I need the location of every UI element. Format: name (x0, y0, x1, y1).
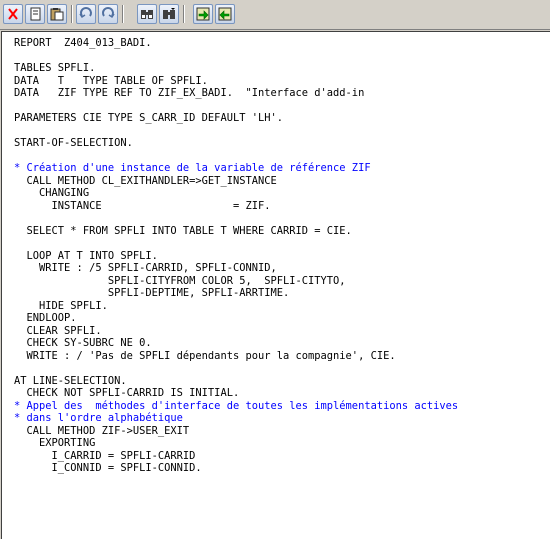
download-button[interactable] (193, 4, 213, 24)
undo-icon (79, 7, 92, 19)
editor-toolbar (0, 0, 550, 30)
find-next-button[interactable] (159, 4, 179, 24)
find-button[interactable] (137, 4, 157, 24)
code-line: SPFLI-CITYFROM COLOR 5, SPFLI-CITYTO, (14, 274, 346, 287)
code-line: DATA ZIF TYPE REF TO ZIF_EX_BADI. "Inter… (14, 87, 365, 99)
code-line: ENDLOOP. (14, 312, 77, 324)
download-icon (196, 7, 210, 21)
paste-icon (50, 8, 64, 21)
abap-code-editor[interactable]: REPORT Z404_013_BADI. TABLES SPFLI. DATA T… (1, 31, 550, 539)
copy-button[interactable] (25, 4, 45, 24)
code-line: SPFLI-DEPTIME, SPFLI-ARRTIME. (14, 287, 290, 299)
paste-button[interactable] (47, 4, 67, 24)
code-line: CALL METHOD ZIF->USER_EXIT (14, 424, 190, 437)
code-line: REPORT Z404_013_BADI. (14, 37, 152, 49)
code-line: DATA T TYPE TABLE OF SPFLI. (14, 74, 208, 87)
code-line: PARAMETERS CIE TYPE S_CARR_ID DEFAULT 'L… (14, 112, 283, 124)
cut-button[interactable] (3, 4, 23, 24)
code-line: CHECK SY-SUBRC NE 0. (14, 337, 152, 349)
code-line: LOOP AT T INTO SPFLI. (14, 249, 158, 262)
code-line: CLEAR SPFLI. (14, 324, 102, 337)
code-line: CHANGING (14, 187, 90, 199)
code-line: START-OF-SELECTION. (14, 137, 133, 149)
code-line: EXPORTING (14, 437, 96, 449)
code-line: TABLES SPFLI. (14, 62, 96, 74)
code-line: AT LINE-SELECTION. (14, 374, 127, 387)
find-icon (141, 10, 153, 19)
code-line: I_CARRID = SPFLI-CARRID (14, 449, 196, 462)
code-comment-line: * dans l'ordre alphabétique (14, 412, 183, 424)
code-area[interactable]: REPORT Z404_013_BADI. TABLES SPFLI. DATA T… (2, 32, 550, 475)
code-comment-line: * Création d'une instance de la variable… (14, 162, 371, 174)
find-next-icon (163, 8, 175, 19)
redo-button[interactable] (98, 4, 118, 24)
code-line: CHECK NOT SPFLI-CARRID IS INITIAL. (14, 387, 240, 399)
cut-icon (8, 8, 18, 20)
code-line: INSTANCE = ZIF. (14, 199, 271, 212)
code-line: CALL METHOD CL_EXITHANDLER=>GET_INSTANCE (14, 174, 277, 187)
upload-icon (218, 7, 232, 21)
code-comment-line: * Appel des méthodes d'interface de tout… (14, 399, 459, 412)
code-line: SELECT * FROM SPFLI INTO TABLE T WHERE C… (14, 224, 352, 237)
undo-button[interactable] (76, 4, 96, 24)
upload-button[interactable] (215, 4, 235, 24)
copy-icon (30, 7, 41, 21)
code-line: WRITE : / 'Pas de SPFLI dépendants pour … (14, 349, 396, 362)
code-line: WRITE : /5 SPFLI-CARRID, SPFLI-CONNID, (14, 262, 277, 274)
code-line: HIDE SPFLI. (14, 299, 108, 312)
code-line: I_CONNID = SPFLI-CONNID. (14, 462, 202, 474)
redo-icon (102, 7, 115, 19)
